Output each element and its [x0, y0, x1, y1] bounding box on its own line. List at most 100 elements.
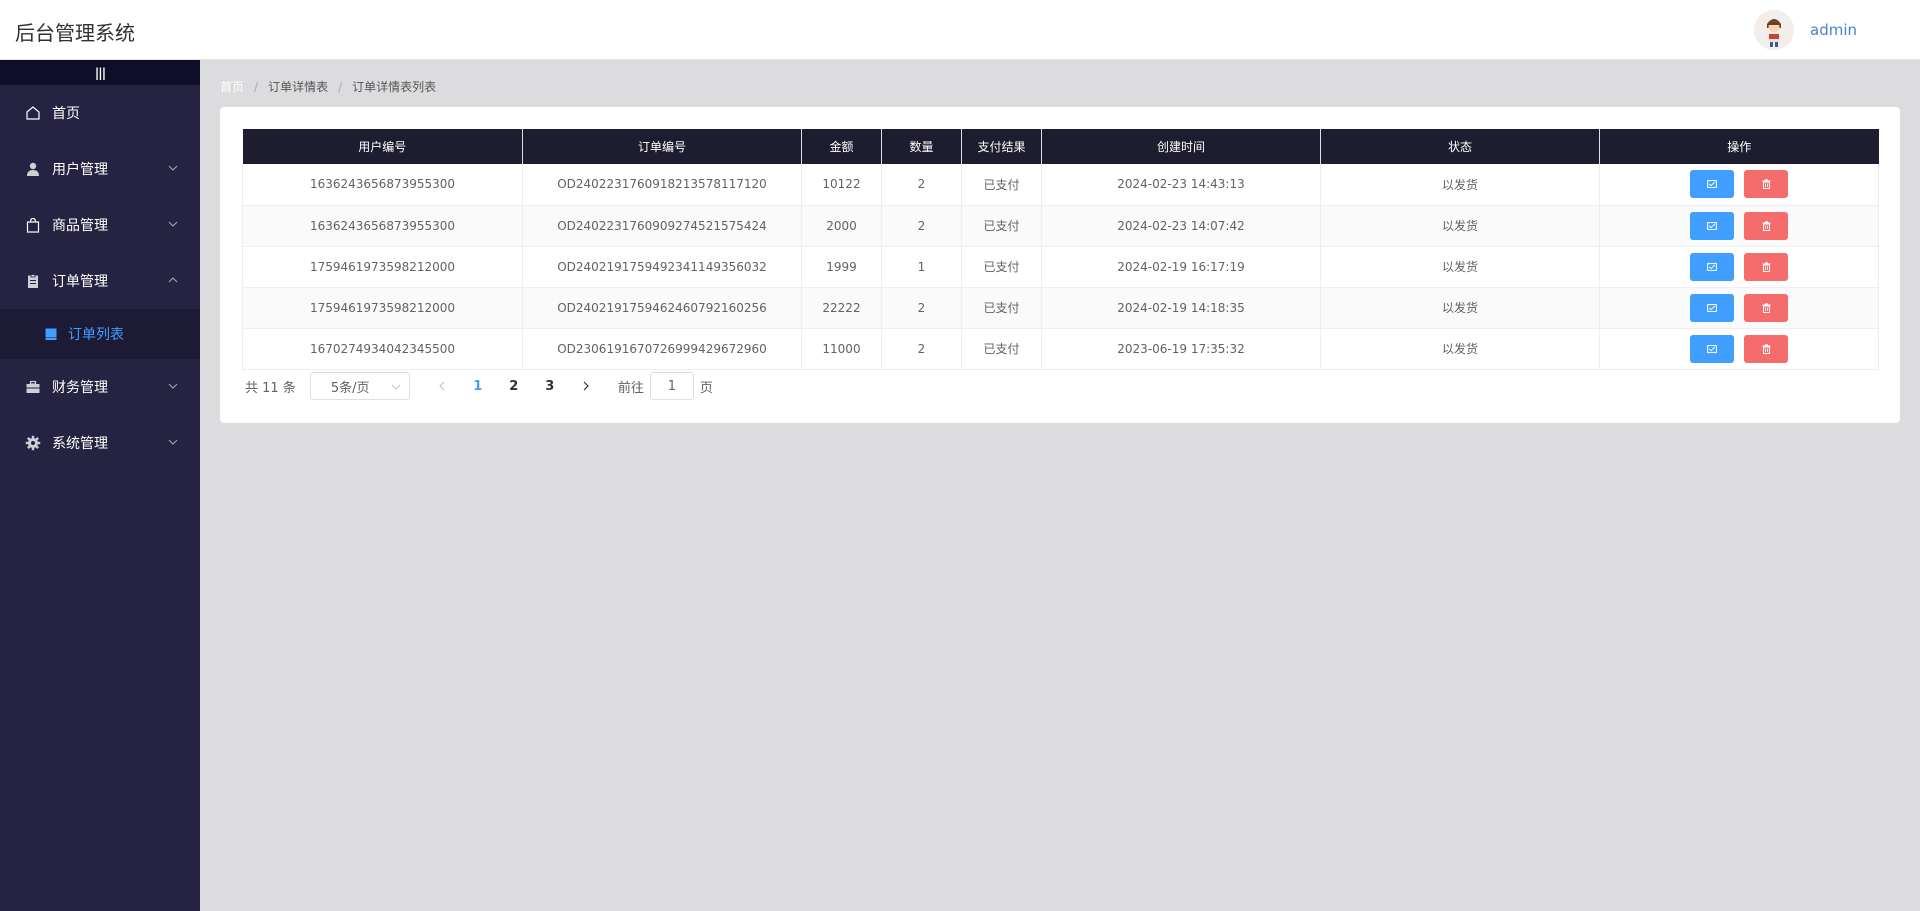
goto-label: 前往 — [617, 380, 644, 396]
breadcrumb-separator: / — [254, 79, 259, 94]
delete-button[interactable] — [1744, 252, 1788, 281]
pagination-total: 共 11 条 — [245, 380, 296, 396]
page-size-select[interactable]: 5条/页 — [309, 372, 410, 400]
collapse-toggle[interactable]: ||| — [0, 60, 200, 85]
delete-button[interactable] — [1744, 293, 1788, 322]
username-link[interactable]: admin — [1810, 21, 1857, 39]
trash-icon — [1762, 343, 1770, 354]
sidebar-item-system[interactable]: 系统管理 — [0, 415, 200, 471]
user-icon — [24, 160, 42, 178]
delete-button[interactable] — [1744, 170, 1788, 199]
edit-button[interactable] — [1690, 293, 1734, 322]
cell-status: 以发货 — [1320, 205, 1600, 247]
sidebar-item-products[interactable]: 商品管理 — [0, 197, 200, 253]
order-table-card: 用户编号 订单编号 金额 数量 支付结果 创建时间 状态 操作 16362436… — [220, 107, 1900, 423]
order-table: 用户编号 订单编号 金额 数量 支付结果 创建时间 状态 操作 16362436… — [242, 129, 1879, 370]
cell-actions — [1599, 164, 1879, 206]
cell-user-id: 1636243656873955300 — [242, 205, 523, 247]
row-actions — [1600, 211, 1878, 240]
page-button-3[interactable]: 3 — [532, 372, 568, 400]
cell-actions — [1599, 328, 1879, 370]
cell-amount: 11000 — [801, 328, 882, 370]
row-actions — [1600, 293, 1878, 322]
cell-amount: 10122 — [801, 164, 882, 206]
sidebar-item-label: 首页 — [52, 106, 80, 122]
sidebar-item-home[interactable]: 首页 — [0, 85, 200, 141]
next-page-button[interactable] — [568, 372, 604, 400]
trash-icon — [1762, 302, 1770, 313]
sidebar-item-order-list[interactable]: 订单列表 — [0, 309, 200, 359]
cell-quantity: 2 — [881, 328, 962, 370]
home-icon — [24, 104, 42, 122]
sidebar-item-finance[interactable]: 财务管理 — [0, 359, 200, 415]
row-actions — [1600, 170, 1878, 199]
col-header-created-at: 创建时间 — [1041, 129, 1321, 164]
cell-user-id: 1636243656873955300 — [242, 164, 523, 206]
col-header-order-no: 订单编号 — [522, 129, 802, 164]
chevron-down-icon — [391, 384, 401, 390]
cell-quantity: 2 — [881, 287, 962, 329]
cell-pay-result: 已支付 — [961, 287, 1042, 329]
breadcrumb-order-detail[interactable]: 订单详情表 — [268, 78, 328, 95]
edit-icon — [1707, 303, 1717, 312]
cell-created-at: 2024-02-19 14:18:35 — [1041, 287, 1321, 329]
delete-button[interactable] — [1744, 334, 1788, 363]
chevron-right-icon — [583, 381, 589, 391]
cell-quantity: 2 — [881, 205, 962, 247]
cell-status: 以发货 — [1320, 246, 1600, 288]
table-row: 1636243656873955300 OD2402231760918213578… — [242, 164, 1879, 206]
cell-order-no: OD24021917594624607921602​56 — [522, 287, 802, 329]
col-header-actions: 操作 — [1599, 129, 1879, 164]
cell-order-no: OD24022317609182135781171​20 — [522, 164, 802, 206]
col-header-pay-result: 支付结果 — [961, 129, 1042, 164]
chevron-down-icon — [168, 165, 178, 171]
cell-order-no: OD24022317609092745215754​24 — [522, 205, 802, 247]
list-icon — [44, 327, 58, 341]
sidebar-item-label: 订单列表 — [68, 327, 124, 343]
cell-status: 以发货 — [1320, 287, 1600, 329]
row-actions — [1600, 334, 1878, 363]
bag-icon — [24, 216, 42, 234]
cell-user-id: 1759461973598212000 — [242, 287, 523, 329]
edit-button[interactable] — [1690, 170, 1734, 199]
avatar-image — [1754, 10, 1794, 50]
table-row: 1636243656873955300 OD2402231760909274521… — [242, 205, 1879, 247]
cell-quantity: 2 — [881, 164, 962, 206]
chevron-down-icon — [168, 383, 178, 389]
trash-icon — [1762, 220, 1770, 231]
chevron-down-icon — [168, 221, 178, 227]
breadcrumb-home[interactable]: 首页 — [220, 78, 244, 95]
cell-pay-result: 已支付 — [961, 246, 1042, 288]
breadcrumb-separator: / — [338, 79, 343, 94]
page-button-1[interactable]: 1 — [460, 372, 496, 400]
cell-created-at: 2023-06-19 17:35:32 — [1041, 328, 1321, 370]
edit-button[interactable] — [1690, 211, 1734, 240]
sidebar-item-label: 用户管理 — [52, 162, 108, 178]
cell-actions — [1599, 246, 1879, 288]
sidebar-item-orders[interactable]: 订单管理 — [0, 253, 200, 309]
goto-page-input[interactable] — [649, 372, 694, 400]
cell-amount: 22222 — [801, 287, 882, 329]
edit-button[interactable] — [1690, 334, 1734, 363]
cell-user-id: 1670274934042345500 — [242, 328, 523, 370]
cell-user-id: 1759461973598212000 — [242, 246, 523, 288]
page-button-2[interactable]: 2 — [496, 372, 532, 400]
page-size-value: 5条/页 — [330, 380, 370, 396]
avatar[interactable] — [1754, 10, 1794, 50]
cell-amount: 1999 — [801, 246, 882, 288]
cell-pay-result: 已支付 — [961, 205, 1042, 247]
top-bar: 后台管理系统 admin — [0, 0, 1920, 60]
sidebar-item-users[interactable]: 用户管理 — [0, 141, 200, 197]
col-header-status: 状态 — [1320, 129, 1600, 164]
cell-actions — [1599, 287, 1879, 329]
cell-created-at: 2024-02-23 14:43:13 — [1041, 164, 1321, 206]
prev-page-button[interactable] — [424, 372, 460, 400]
clipboard-icon — [24, 272, 42, 290]
delete-button[interactable] — [1744, 211, 1788, 240]
page-jumper: 前往 页 — [618, 372, 713, 400]
page-suffix-label: 页 — [699, 380, 713, 396]
sidebar-item-label: 商品管理 — [52, 218, 108, 234]
cell-pay-result: 已支付 — [961, 328, 1042, 370]
edit-button[interactable] — [1690, 252, 1734, 281]
edit-icon — [1707, 180, 1717, 189]
